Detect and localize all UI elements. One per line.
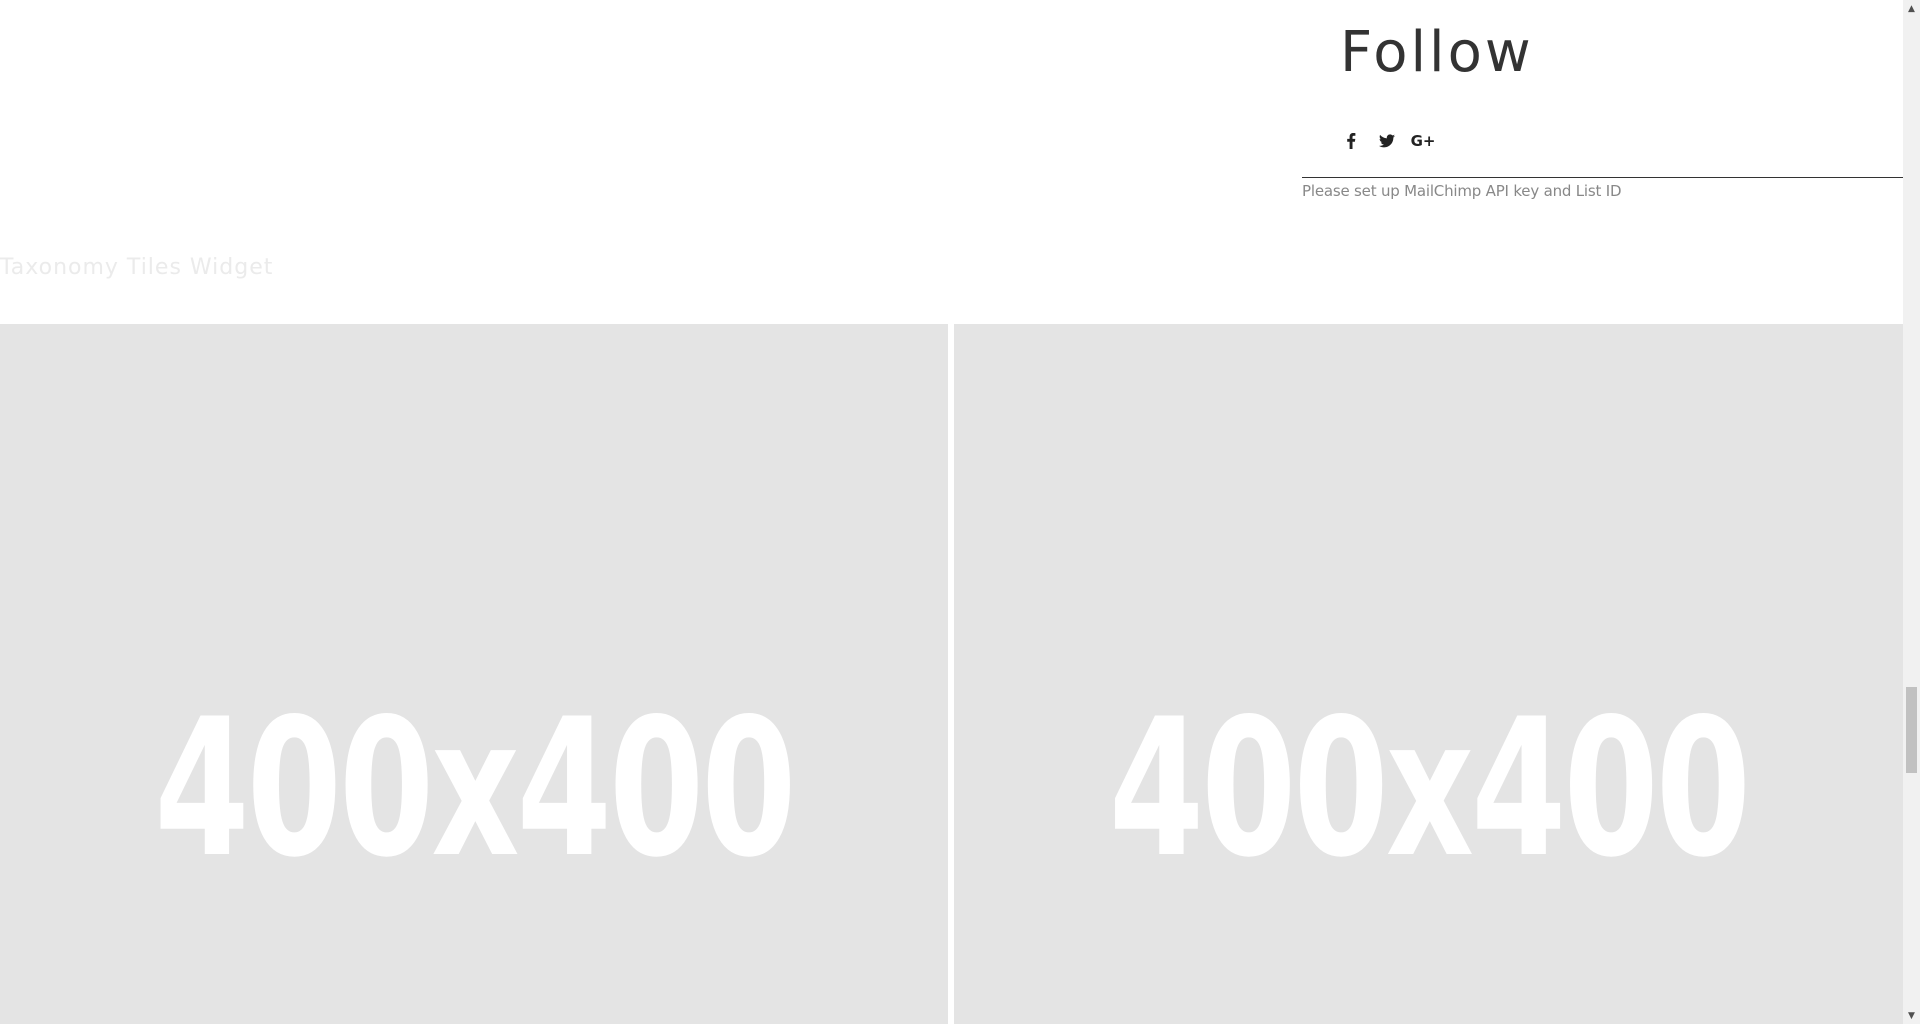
page: Follow G+ Please set up MailChimp API ke… xyxy=(0,0,1920,1024)
tile-placeholder-label: 400x400 xyxy=(154,678,796,899)
taxonomy-tile[interactable]: 400x400 xyxy=(0,324,948,1024)
taxonomy-tiles: 400x400 400x400 xyxy=(0,324,1903,1024)
facebook-icon[interactable] xyxy=(1340,130,1362,152)
follow-widget: Follow G+ Please set up MailChimp API ke… xyxy=(1302,0,1903,220)
follow-title: Follow xyxy=(1340,20,1534,85)
scroll-up-icon[interactable]: ▲ xyxy=(1903,0,1920,17)
social-icons: G+ xyxy=(1340,130,1436,152)
twitter-icon[interactable] xyxy=(1376,130,1398,152)
scroll-down-icon[interactable]: ▼ xyxy=(1903,1007,1920,1024)
tile-placeholder-label: 400x400 xyxy=(1108,678,1751,899)
google-plus-icon[interactable]: G+ xyxy=(1410,130,1436,152)
divider xyxy=(1302,177,1903,178)
twitter-glyph xyxy=(1379,134,1395,148)
facebook-glyph xyxy=(1347,133,1356,149)
mailchimp-note: Please set up MailChimp API key and List… xyxy=(1302,182,1622,200)
page-content: Follow G+ Please set up MailChimp API ke… xyxy=(0,0,1903,1024)
taxonomy-tiles-heading: Taxonomy Tiles Widget xyxy=(0,255,274,280)
google-plus-glyph: G+ xyxy=(1410,132,1436,150)
scrollbar-thumb[interactable] xyxy=(1906,687,1917,773)
taxonomy-tile[interactable]: 400x400 xyxy=(954,324,1903,1024)
vertical-scrollbar[interactable]: ▲ ▼ xyxy=(1903,0,1920,1024)
